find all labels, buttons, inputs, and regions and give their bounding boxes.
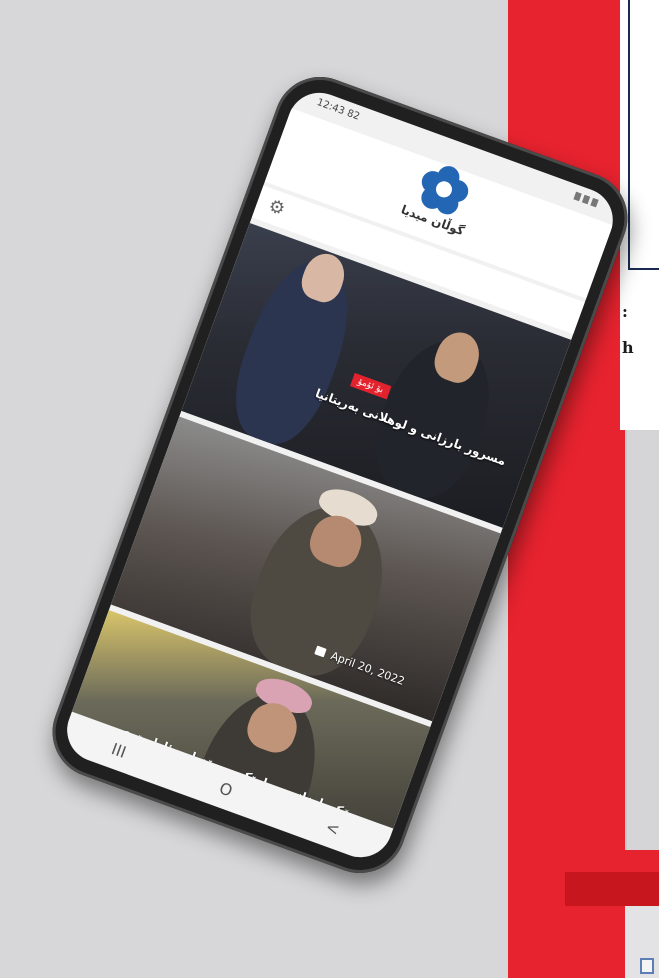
red-stripe xyxy=(565,872,659,906)
gear-icon[interactable]: ⚙ xyxy=(265,195,291,222)
card-date-text: April 20, 2022 xyxy=(328,649,407,689)
text-fragment-2: h xyxy=(622,338,634,357)
photo-person xyxy=(233,489,404,690)
category-badge[interactable]: بۆ ئۆمۆ xyxy=(350,372,392,400)
signal-icon xyxy=(573,191,582,202)
status-time: 12:43 82 xyxy=(315,96,362,123)
calendar-icon xyxy=(314,645,328,658)
photo-person xyxy=(218,246,369,456)
battery-icon xyxy=(590,197,599,208)
recent-apps-button[interactable]: III xyxy=(109,739,129,762)
status-icons xyxy=(573,191,599,208)
grey-panel xyxy=(625,430,659,850)
calendar-icon xyxy=(243,841,256,853)
back-button[interactable]: < xyxy=(323,817,342,839)
card-date-text: April 19, 2022 xyxy=(257,844,336,867)
outlined-box xyxy=(628,0,659,270)
home-button[interactable]: O xyxy=(217,778,235,800)
blue-corner-box xyxy=(640,958,654,974)
text-fragment-1: : xyxy=(622,302,628,321)
wifi-icon xyxy=(581,194,591,205)
